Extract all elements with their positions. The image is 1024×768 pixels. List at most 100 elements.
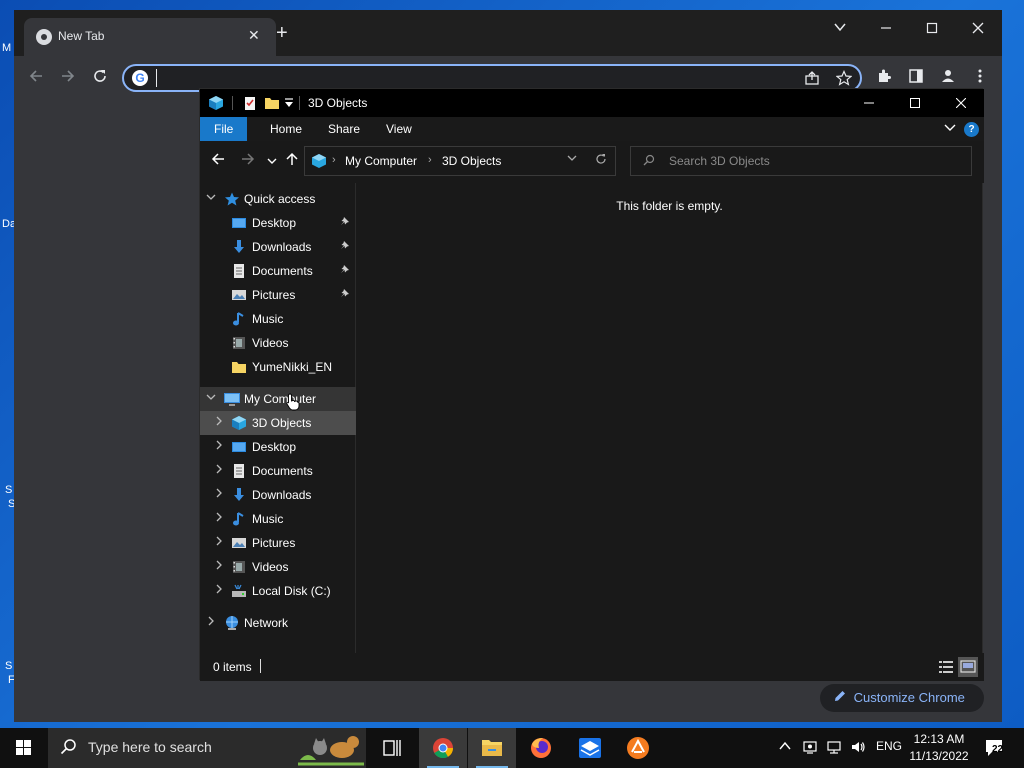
explorer-forward-icon[interactable]	[239, 152, 257, 170]
breadcrumb-my-computer[interactable]: My Computer	[345, 154, 417, 168]
nav-item-desktop[interactable]: Desktop	[200, 211, 356, 235]
file-list-pane[interactable]: This folder is empty.	[357, 183, 982, 653]
chevron-right-icon[interactable]	[214, 560, 224, 573]
pictures-icon	[231, 535, 247, 551]
nav-item-documents[interactable]: Documents	[200, 259, 356, 283]
extensions-icon[interactable]	[874, 68, 894, 88]
chevron-right-icon[interactable]	[214, 488, 224, 501]
search-box[interactable]	[630, 146, 972, 176]
new-folder-icon[interactable]	[264, 95, 280, 111]
language-indicator[interactable]: ENG	[876, 739, 902, 753]
breadcrumb-separator[interactable]: ›	[332, 154, 336, 166]
search-input[interactable]	[669, 153, 959, 169]
address-path-bar[interactable]: › My Computer › 3D Objects	[304, 146, 616, 176]
nav-item-3d-objects[interactable]: 3D Objects	[200, 411, 356, 435]
nav-item-pictures[interactable]: Pictures	[200, 283, 356, 307]
forward-icon[interactable]	[58, 68, 78, 88]
details-view-icon[interactable]	[936, 657, 956, 677]
up-folder-icon[interactable]	[283, 152, 301, 170]
taskbar-chrome[interactable]	[419, 728, 467, 768]
help-icon[interactable]: ?	[964, 122, 979, 137]
tab-share[interactable]: Share	[314, 117, 374, 141]
side-panel-icon[interactable]	[906, 68, 926, 88]
nav-item-pc-downloads[interactable]: Downloads	[200, 483, 356, 507]
explorer-back-icon[interactable]	[209, 152, 227, 170]
pin-icon	[340, 240, 350, 253]
chevron-right-icon[interactable]	[214, 416, 224, 429]
nav-item-local-disk[interactable]: Local Disk (C:)	[200, 579, 356, 603]
bookmark-star-icon[interactable]	[835, 70, 853, 89]
task-view-button[interactable]	[368, 728, 416, 768]
tab-home[interactable]: Home	[256, 117, 316, 141]
reload-icon[interactable]	[90, 68, 110, 88]
chevron-down-icon[interactable]	[206, 192, 216, 205]
maximize-button[interactable]	[912, 16, 952, 42]
chevron-right-icon[interactable]	[206, 616, 216, 629]
show-hidden-icons-icon[interactable]	[778, 739, 792, 756]
address-dropdown-icon[interactable]	[567, 153, 577, 166]
taskbar-app-box[interactable]	[566, 728, 614, 768]
explorer-maximize-button[interactable]	[892, 89, 938, 117]
chevron-right-icon[interactable]	[214, 584, 224, 597]
nav-item-downloads[interactable]: Downloads	[200, 235, 356, 259]
profile-icon[interactable]	[938, 68, 958, 88]
breadcrumb-separator[interactable]: ›	[428, 154, 432, 166]
customize-chrome-label: Customize Chrome	[853, 690, 965, 705]
tab-file[interactable]: File	[200, 117, 248, 141]
customize-quick-access-icon[interactable]	[284, 97, 300, 113]
omnibox-input[interactable]	[156, 69, 756, 87]
star-icon	[224, 191, 240, 207]
nav-item-music[interactable]: Music	[200, 307, 356, 331]
tab-view[interactable]: View	[372, 117, 426, 141]
taskbar-clock[interactable]: 12:13 AM 11/13/2022	[904, 731, 974, 765]
close-button[interactable]	[958, 16, 998, 42]
nav-item-pc-music[interactable]: Music	[200, 507, 356, 531]
customize-chrome-button[interactable]: Customize Chrome	[820, 684, 984, 712]
taskbar-file-explorer[interactable]	[468, 728, 516, 768]
back-icon[interactable]	[26, 68, 46, 88]
tab-new-tab[interactable]: New Tab ✕	[24, 18, 276, 56]
breadcrumb-3d-objects[interactable]: 3D Objects	[442, 154, 501, 168]
nav-item-network[interactable]: Network	[200, 611, 356, 635]
taskbar-firefox[interactable]	[517, 728, 565, 768]
nav-item-pc-documents[interactable]: Documents	[200, 459, 356, 483]
explorer-minimize-button[interactable]	[846, 89, 892, 117]
nav-item-yumenikki[interactable]: YumeNikki_EN	[200, 355, 356, 379]
nav-item-quick-access[interactable]: Quick access	[200, 187, 356, 211]
share-icon[interactable]	[804, 70, 820, 89]
tray-device-icon[interactable]	[802, 739, 818, 758]
nav-item-pc-pictures[interactable]: Pictures	[200, 531, 356, 555]
chevron-right-icon[interactable]	[214, 440, 224, 453]
start-button[interactable]	[0, 728, 48, 768]
taskbar-search-input[interactable]	[88, 739, 308, 755]
chrome-menu-icon[interactable]	[970, 68, 990, 88]
large-icons-view-icon[interactable]	[958, 657, 978, 677]
network-status-icon[interactable]	[826, 739, 842, 758]
new-tab-button[interactable]: +	[276, 23, 288, 43]
nav-item-my-computer[interactable]: My Computer	[200, 387, 356, 411]
taskbar-app-orange[interactable]	[614, 728, 662, 768]
refresh-icon[interactable]	[595, 153, 607, 168]
nav-label: Documents	[252, 464, 313, 478]
nav-label: 3D Objects	[252, 416, 312, 430]
notifications-icon[interactable]: 22	[984, 737, 1006, 759]
explorer-close-button[interactable]	[938, 89, 984, 117]
taskbar-search-box[interactable]	[48, 728, 366, 768]
nav-item-pc-videos[interactable]: Videos	[200, 555, 356, 579]
nav-item-videos[interactable]: Videos	[200, 331, 356, 355]
network-globe-icon	[223, 615, 239, 631]
minimize-button[interactable]	[866, 16, 906, 42]
properties-icon[interactable]	[242, 95, 258, 111]
volume-icon[interactable]	[850, 739, 866, 758]
nav-label: Network	[244, 616, 289, 630]
nav-item-pc-desktop[interactable]: Desktop	[200, 435, 356, 459]
chevron-right-icon[interactable]	[214, 512, 224, 525]
chevron-right-icon[interactable]	[214, 536, 224, 549]
expand-ribbon-icon[interactable]	[944, 121, 956, 136]
tab-close-icon[interactable]: ✕	[248, 27, 260, 44]
recent-locations-icon[interactable]	[263, 152, 281, 170]
tab-search-icon[interactable]	[820, 16, 860, 42]
chevron-right-icon[interactable]	[214, 464, 224, 477]
chevron-down-icon[interactable]	[206, 392, 216, 405]
video-film-icon	[231, 559, 247, 575]
